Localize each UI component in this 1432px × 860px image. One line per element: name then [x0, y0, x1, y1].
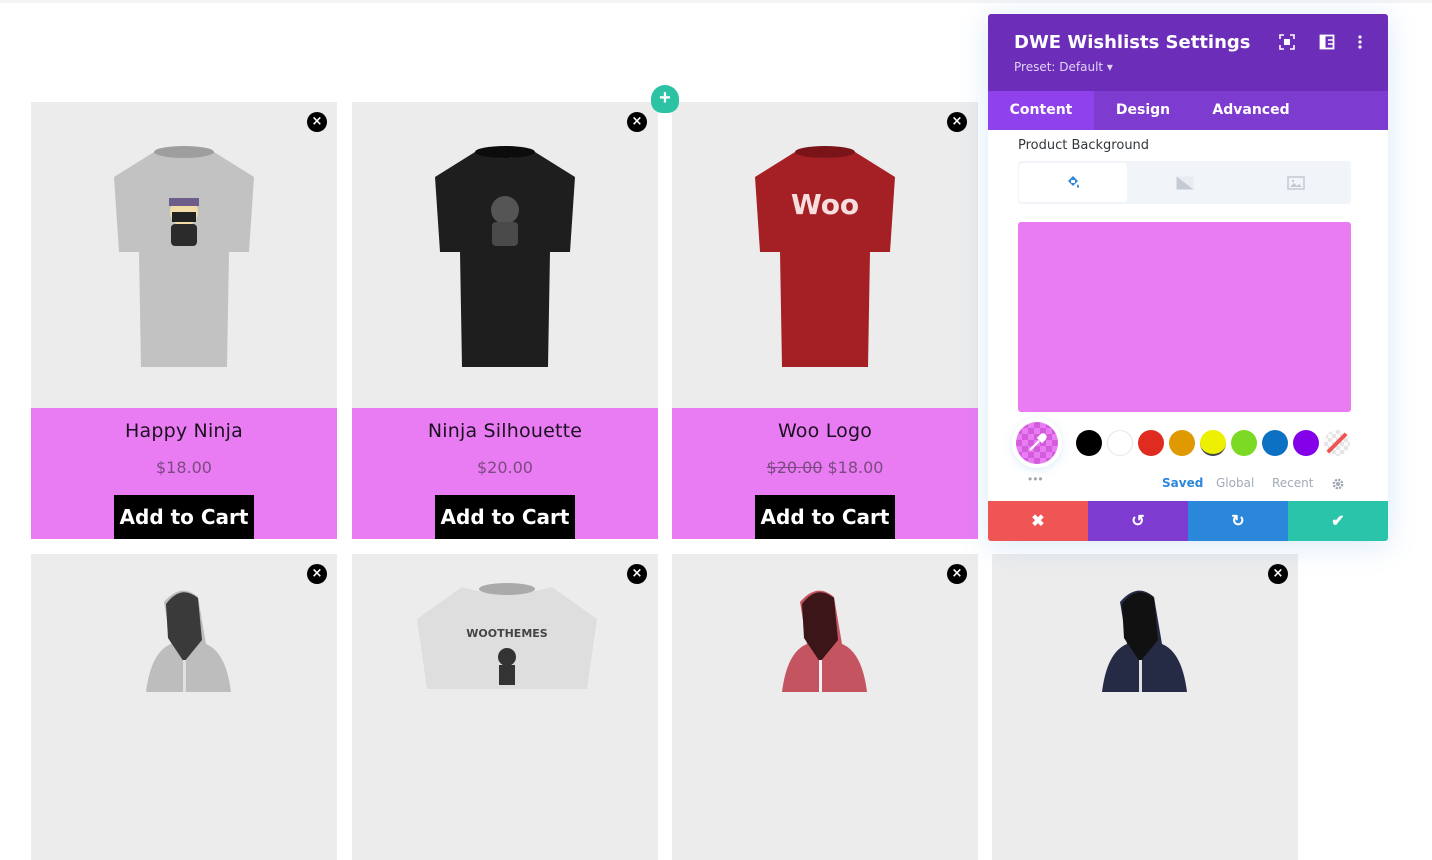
color-swatch[interactable] — [1107, 430, 1133, 456]
remove-icon[interactable]: × — [627, 564, 647, 584]
color-swatch[interactable] — [1076, 430, 1102, 456]
save-button[interactable]: ✔ — [1288, 501, 1388, 541]
background-type-tabs — [1018, 161, 1351, 204]
color-swatch[interactable] — [1231, 430, 1257, 456]
product-image[interactable] — [672, 554, 978, 860]
remove-icon[interactable]: × — [627, 112, 647, 132]
product-image[interactable] — [31, 554, 337, 860]
product-card: Woo × Woo Logo $20.00 $18.00 Add to Cart — [672, 102, 978, 539]
color-swatch[interactable] — [1293, 430, 1319, 456]
tshirt-image: WOOTHEMES — [417, 583, 597, 689]
add-row-button[interactable]: + — [651, 85, 679, 113]
product-price: $18.00 — [156, 458, 212, 477]
product-info: Ninja Silhouette $20.00 Add to Cart — [352, 408, 658, 539]
product-title[interactable]: Woo Logo — [672, 420, 978, 442]
product-title[interactable]: Ninja Silhouette — [352, 420, 658, 442]
color-picker-button[interactable] — [1016, 422, 1058, 464]
color-swatch[interactable] — [1138, 430, 1164, 456]
product-info: Happy Ninja $18.00 Add to Cart — [31, 408, 337, 539]
panel-header: DWE Wishlists Settings Preset: Default ▾ — [988, 14, 1388, 91]
bg-image-tab[interactable] — [1242, 163, 1350, 202]
color-preview[interactable] — [1018, 222, 1351, 412]
product-image[interactable]: WOOTHEMES — [352, 554, 658, 860]
add-to-cart-button[interactable]: Add to Cart — [114, 495, 254, 539]
panel-footer: ✖ ↺ ↻ ✔ — [988, 501, 1388, 541]
palette-recent-link[interactable]: Recent — [1272, 476, 1313, 490]
panel-tabs: Content Design Advanced — [988, 91, 1388, 130]
product-card: × — [992, 554, 1298, 860]
product-image[interactable]: Woo — [672, 102, 978, 408]
gear-icon[interactable] — [1331, 477, 1345, 491]
hoodie-image — [1102, 590, 1187, 692]
tab-design[interactable]: Design — [1094, 91, 1192, 130]
bg-color-tab[interactable] — [1019, 163, 1127, 202]
remove-icon[interactable]: × — [947, 564, 967, 584]
product-price: $20.00 $18.00 — [672, 458, 978, 477]
remove-icon[interactable]: × — [947, 112, 967, 132]
product-card: × — [31, 554, 337, 860]
product-price: $20.00 — [477, 458, 533, 477]
product-card: × Ninja Silhouette $20.00 Add to Cart — [352, 102, 658, 539]
preset-dropdown[interactable]: Preset: Default ▾ — [1014, 60, 1113, 74]
paint-bucket-icon — [1068, 175, 1079, 188]
panel-title: DWE Wishlists Settings — [1014, 32, 1251, 53]
tshirt-image: Woo — [755, 146, 895, 367]
add-to-cart-button[interactable]: Add to Cart — [755, 495, 895, 539]
add-to-cart-button[interactable]: Add to Cart — [435, 495, 575, 539]
sidebar-layout-icon[interactable] — [1319, 34, 1335, 50]
hoodie-image — [146, 590, 231, 692]
product-background-label: Product Background — [1018, 138, 1150, 153]
color-swatch[interactable] — [1200, 430, 1226, 456]
settings-panel: DWE Wishlists Settings Preset: Default ▾… — [988, 14, 1388, 541]
product-old-price: $20.00 — [766, 458, 823, 477]
more-colors-dots[interactable]: ••• — [1028, 472, 1044, 486]
product-sale-price: $18.00 — [827, 458, 884, 477]
product-title[interactable]: Happy Ninja — [31, 420, 337, 442]
product-image[interactable] — [992, 554, 1298, 860]
product-image[interactable] — [31, 102, 337, 408]
panel-body: Product Background ••• Saved Global Rece… — [988, 130, 1388, 501]
eyedropper-icon — [1029, 433, 1047, 451]
palette-global-link[interactable]: Global — [1216, 476, 1254, 490]
tab-content[interactable]: Content — [988, 91, 1094, 130]
color-swatch[interactable] — [1262, 430, 1288, 456]
color-swatch[interactable] — [1169, 430, 1195, 456]
gradient-icon — [1176, 176, 1194, 189]
redo-button[interactable]: ↻ — [1188, 501, 1288, 541]
remove-icon[interactable]: × — [307, 564, 327, 584]
remove-icon[interactable]: × — [307, 112, 327, 132]
discard-button[interactable]: ✖ — [988, 501, 1088, 541]
woothemes-graphic-text: WOOTHEMES — [466, 627, 548, 640]
product-card: × Happy Ninja $18.00 Add to Cart — [31, 102, 337, 539]
tshirt-image — [435, 146, 575, 367]
product-info: Woo Logo $20.00 $18.00 Add to Cart — [672, 408, 978, 539]
palette-saved-link[interactable]: Saved — [1162, 476, 1203, 490]
remove-icon[interactable]: × — [1268, 564, 1288, 584]
product-image[interactable] — [352, 102, 658, 408]
bg-gradient-tab[interactable] — [1131, 163, 1239, 202]
tab-advanced[interactable]: Advanced — [1192, 91, 1310, 130]
tshirt-image — [114, 146, 254, 367]
undo-button[interactable]: ↺ — [1088, 501, 1188, 541]
fullscreen-icon[interactable] — [1279, 34, 1295, 50]
swatch-transparent[interactable] — [1324, 430, 1350, 456]
hoodie-image — [782, 590, 867, 692]
woo-graphic-text: Woo — [791, 188, 859, 221]
more-vertical-icon[interactable] — [1352, 34, 1368, 50]
image-icon — [1287, 175, 1305, 190]
product-card: WOOTHEMES × — [352, 554, 658, 860]
product-card: × — [672, 554, 978, 860]
